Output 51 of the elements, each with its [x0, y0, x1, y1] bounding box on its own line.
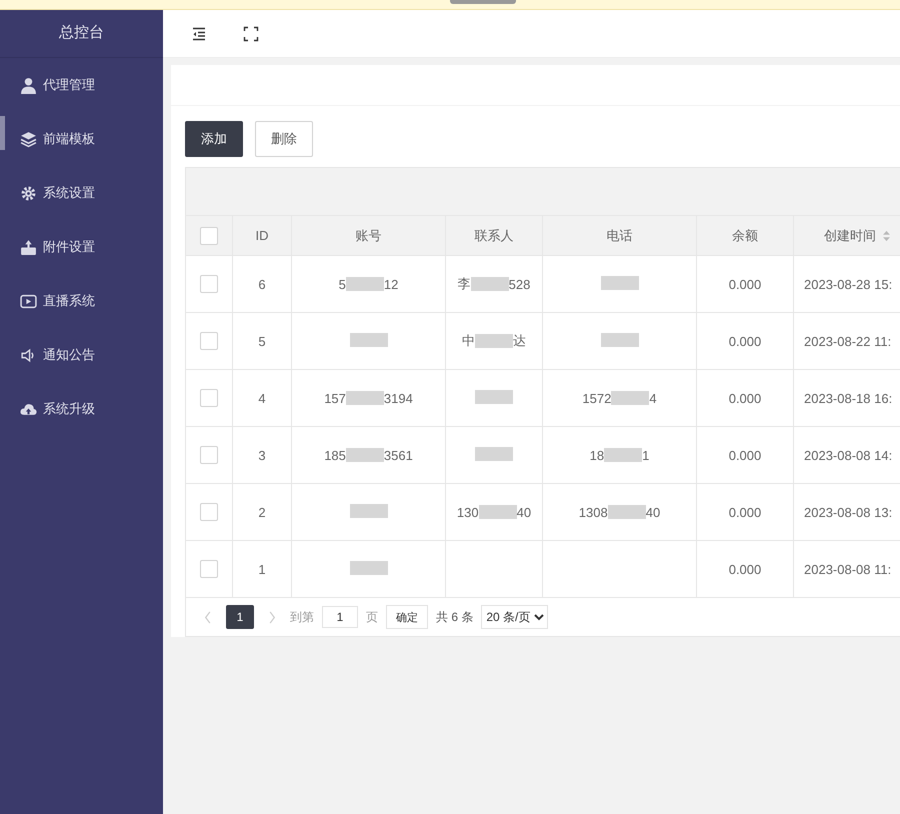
table-cell: 1 — [642, 448, 650, 462]
table-cell: 0.000 — [696, 426, 794, 484]
table-cell: 6 — [232, 256, 292, 312]
table-cell: 3194 — [384, 390, 413, 406]
table-cell: 李 — [458, 275, 471, 293]
page-size-select[interactable]: 20 条/页 — [481, 605, 548, 629]
table-cell: 0.000 — [696, 256, 794, 312]
table-cell: 1 — [232, 540, 292, 598]
table-cell: 1572 — [582, 390, 612, 406]
total-count: 共 6 条 — [436, 608, 474, 626]
table-cell: 18 — [590, 448, 604, 462]
table-cell: 528 — [508, 276, 530, 292]
column-header[interactable]: 创建时间 — [794, 216, 900, 256]
goto-label: 到第 — [290, 608, 314, 626]
page-unit-label: 页 — [366, 608, 378, 626]
sidebar-item[interactable]: 通知公告 — [0, 328, 163, 382]
page-input[interactable]: 1 — [322, 606, 358, 628]
table-cell: 40 — [646, 504, 660, 520]
sidebar-item[interactable]: 系统升级 — [0, 382, 163, 436]
table-cell: 0.000 — [696, 312, 794, 370]
table-cell: 0.000 — [696, 540, 794, 598]
table-cell: 4 — [649, 390, 657, 406]
column-header: ID — [232, 216, 292, 256]
table-cell: 185 — [324, 448, 346, 462]
table-cell: 达 — [513, 332, 526, 350]
table-cell: 中 — [462, 332, 475, 350]
column-header: 电话 — [542, 216, 696, 256]
column-header: 余额 — [696, 216, 794, 256]
table-cell: 12 — [384, 276, 398, 292]
confirm-button[interactable]: 确定 — [386, 605, 428, 629]
delete-button[interactable]: 删除 — [255, 121, 313, 157]
table-cell: 3 — [232, 426, 292, 484]
table-cell: 0.000 — [696, 370, 794, 426]
table-cell: 157 — [324, 390, 346, 406]
sidebar-item[interactable]: 代理管理 — [0, 58, 163, 112]
table-cell: 4 — [232, 370, 292, 426]
column-header: 联系人 — [446, 216, 542, 256]
table-cell: 2 — [232, 484, 292, 540]
sidebar-item[interactable]: 附件设置 — [0, 220, 163, 274]
page-number[interactable]: 1 — [226, 605, 254, 629]
table-cell: 130 — [456, 504, 479, 520]
sidebar-item[interactable]: 系统设置 — [0, 166, 163, 220]
column-header: 账号 — [292, 216, 446, 256]
table-cell: 3561 — [384, 448, 413, 462]
table-cell: 1308 — [578, 504, 608, 520]
table-cell: 0.000 — [696, 484, 794, 540]
table-cell: 5 — [338, 276, 346, 292]
table-cell: 40 — [516, 504, 532, 520]
add-button[interactable]: 添加 — [185, 121, 243, 157]
sidebar-item[interactable]: 直播系统 — [0, 274, 163, 328]
table-cell: 5 — [232, 312, 292, 370]
